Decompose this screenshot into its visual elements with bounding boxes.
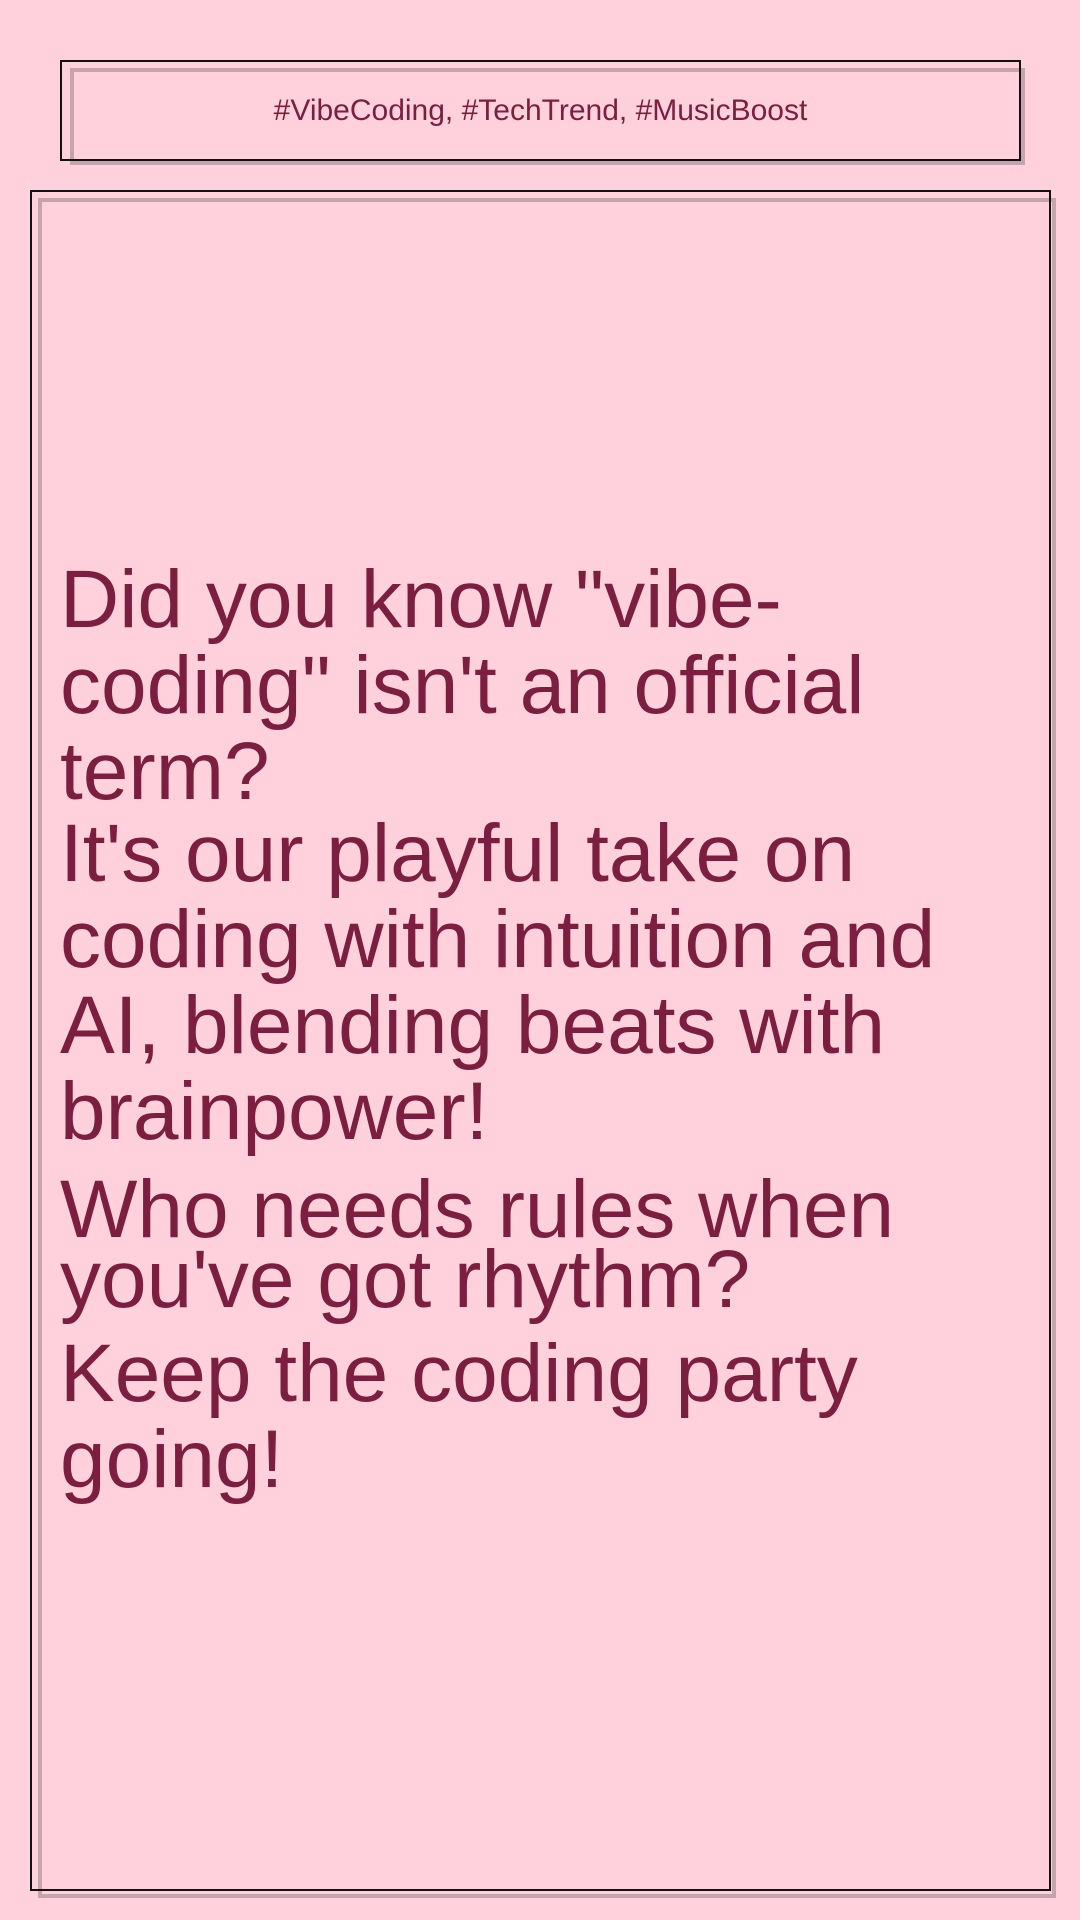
message-body: Did you know "vibe-coding" isn't an offi… xyxy=(60,557,1020,1503)
message-line-1: Did you know "vibe-coding" isn't an offi… xyxy=(60,554,865,817)
message-line-3: Who needs rules when you've got rhythm? xyxy=(60,1164,895,1325)
message-line-2: It's our playful take on coding with int… xyxy=(60,808,936,1157)
hashtag-text: #VibeCoding, #TechTrend, #MusicBoost xyxy=(273,93,808,127)
message-line-4: Keep the coding party going! xyxy=(60,1328,858,1505)
hashtag-box: #VibeCoding, #TechTrend, #MusicBoost xyxy=(60,60,1021,161)
